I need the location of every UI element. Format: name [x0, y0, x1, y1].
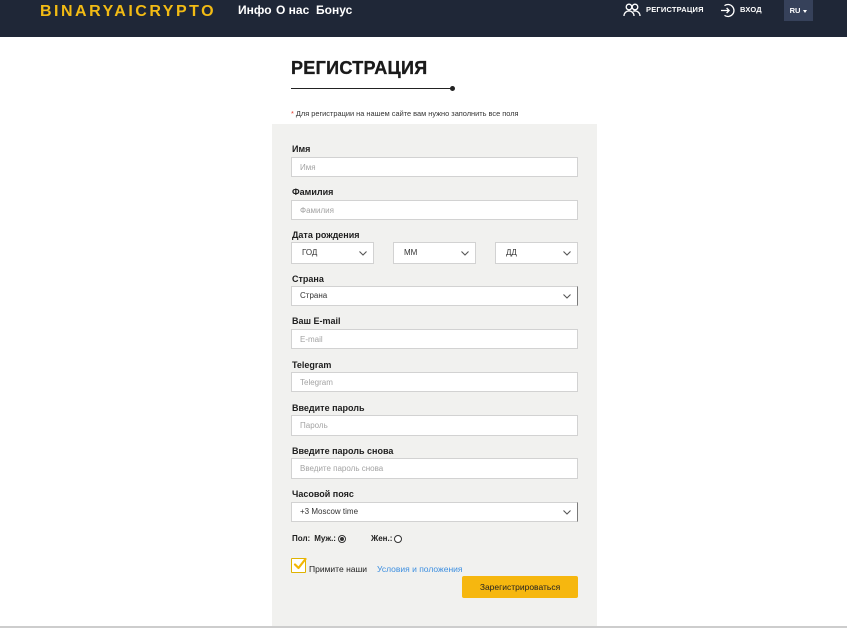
- country-label: Страна: [292, 274, 324, 284]
- gender-male-label: Муж.:: [314, 534, 336, 543]
- country-select[interactable]: Страна: [291, 286, 578, 306]
- gender-row: Пол: Муж.: Жен.:: [292, 533, 403, 545]
- gender-male-radio[interactable]: [337, 535, 346, 543]
- nav-link-info[interactable]: Инфо: [238, 3, 272, 17]
- birth-year-select[interactable]: ГОД: [291, 242, 374, 264]
- password-repeat-field[interactable]: [291, 458, 578, 479]
- first-name-label: Имя: [292, 144, 311, 154]
- register-link[interactable]: РЕГИСТРАЦИЯ: [623, 2, 704, 18]
- required-note-text: Для регистрации на нашем сайте вам нужно…: [295, 109, 519, 118]
- language-dropdown[interactable]: RU: [784, 0, 813, 21]
- chevron-down-icon: [563, 293, 571, 299]
- gender-label: Пол:: [292, 534, 311, 543]
- birth-year-value: ГОД: [302, 248, 318, 257]
- last-name-field[interactable]: [291, 200, 578, 220]
- registration-form: Имя Фамилия Дата рождения ГОД ММ ДД Стра…: [272, 124, 597, 626]
- last-name-label: Фамилия: [292, 187, 334, 197]
- timezone-value: +3 Moscow time: [300, 507, 359, 516]
- terms-text: Примите наши: [309, 564, 368, 574]
- password-repeat-label: Введите пароль снова: [292, 446, 394, 456]
- top-navbar: BINARYAICRYPTO Инфо О нас Бонус РЕГИСТРА…: [0, 0, 847, 37]
- title-underline: [291, 88, 452, 89]
- required-asterisk: *: [291, 109, 294, 118]
- register-button[interactable]: Зарегистрироваться: [462, 576, 578, 598]
- terms-checkbox[interactable]: [291, 557, 307, 573]
- chevron-down-icon: [563, 250, 571, 256]
- timezone-label: Часовой пояс: [292, 489, 354, 499]
- login-icon: [720, 3, 735, 18]
- chevron-down-icon: [461, 250, 469, 256]
- register-link-label: РЕГИСТРАЦИЯ: [646, 5, 704, 14]
- check-icon: [293, 557, 307, 570]
- telegram-label: Telegram: [292, 360, 332, 370]
- login-link[interactable]: ВХОД: [720, 2, 762, 18]
- terms-link[interactable]: Условия и положения: [377, 564, 463, 575]
- birth-month-value: ММ: [404, 248, 418, 257]
- brand-logo[interactable]: BINARYAICRYPTO: [40, 4, 216, 20]
- password-label: Введите пароль: [292, 403, 365, 413]
- gender-female-label: Жен.:: [370, 534, 393, 543]
- birth-month-select[interactable]: ММ: [393, 242, 476, 264]
- password-field[interactable]: [291, 415, 578, 436]
- birth-date-label: Дата рождения: [292, 230, 360, 240]
- login-link-label: ВХОД: [740, 5, 762, 14]
- page-divider: [0, 626, 847, 628]
- language-code: RU: [789, 6, 801, 15]
- timezone-select[interactable]: +3 Moscow time: [291, 502, 578, 522]
- required-fields-note: * Для регистрации на нашем сайте вам нужн…: [291, 109, 519, 118]
- dot-icon: [450, 86, 455, 91]
- nav-link-about[interactable]: О нас: [276, 3, 309, 17]
- birth-day-select[interactable]: ДД: [495, 242, 578, 264]
- birth-day-value: ДД: [506, 248, 517, 257]
- telegram-field[interactable]: [291, 372, 578, 392]
- chevron-down-icon: [359, 250, 367, 256]
- email-field[interactable]: [291, 329, 578, 349]
- caret-down-icon: [803, 9, 808, 13]
- nav-link-bonus[interactable]: Бонус: [316, 3, 352, 17]
- page-title: РЕГИСТРАЦИЯ: [291, 58, 428, 78]
- country-value: Страна: [300, 291, 328, 300]
- email-label: Ваш E-mail: [292, 316, 341, 326]
- users-icon: [623, 3, 641, 17]
- gender-female-radio[interactable]: [394, 535, 403, 543]
- first-name-field[interactable]: [291, 157, 578, 177]
- chevron-down-icon: [563, 509, 571, 515]
